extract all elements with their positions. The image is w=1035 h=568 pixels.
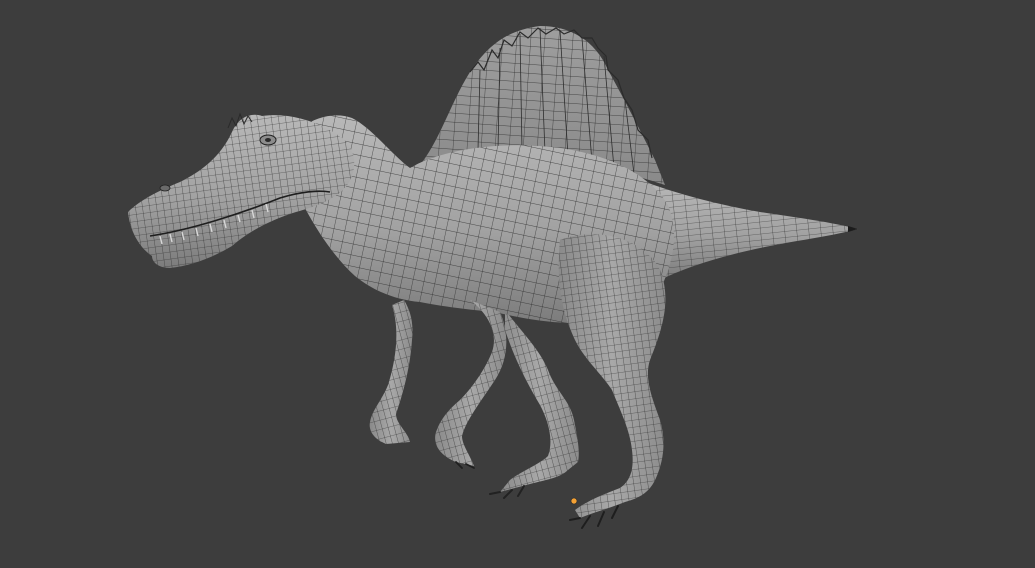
spinosaurus-mesh[interactable]	[0, 0, 1035, 568]
object-origin-point[interactable]	[570, 497, 578, 505]
head	[128, 112, 355, 268]
far-arm	[369, 300, 413, 444]
3d-viewport[interactable]	[0, 0, 1035, 568]
near-hind-leg	[558, 234, 666, 529]
near-arm	[435, 300, 507, 469]
